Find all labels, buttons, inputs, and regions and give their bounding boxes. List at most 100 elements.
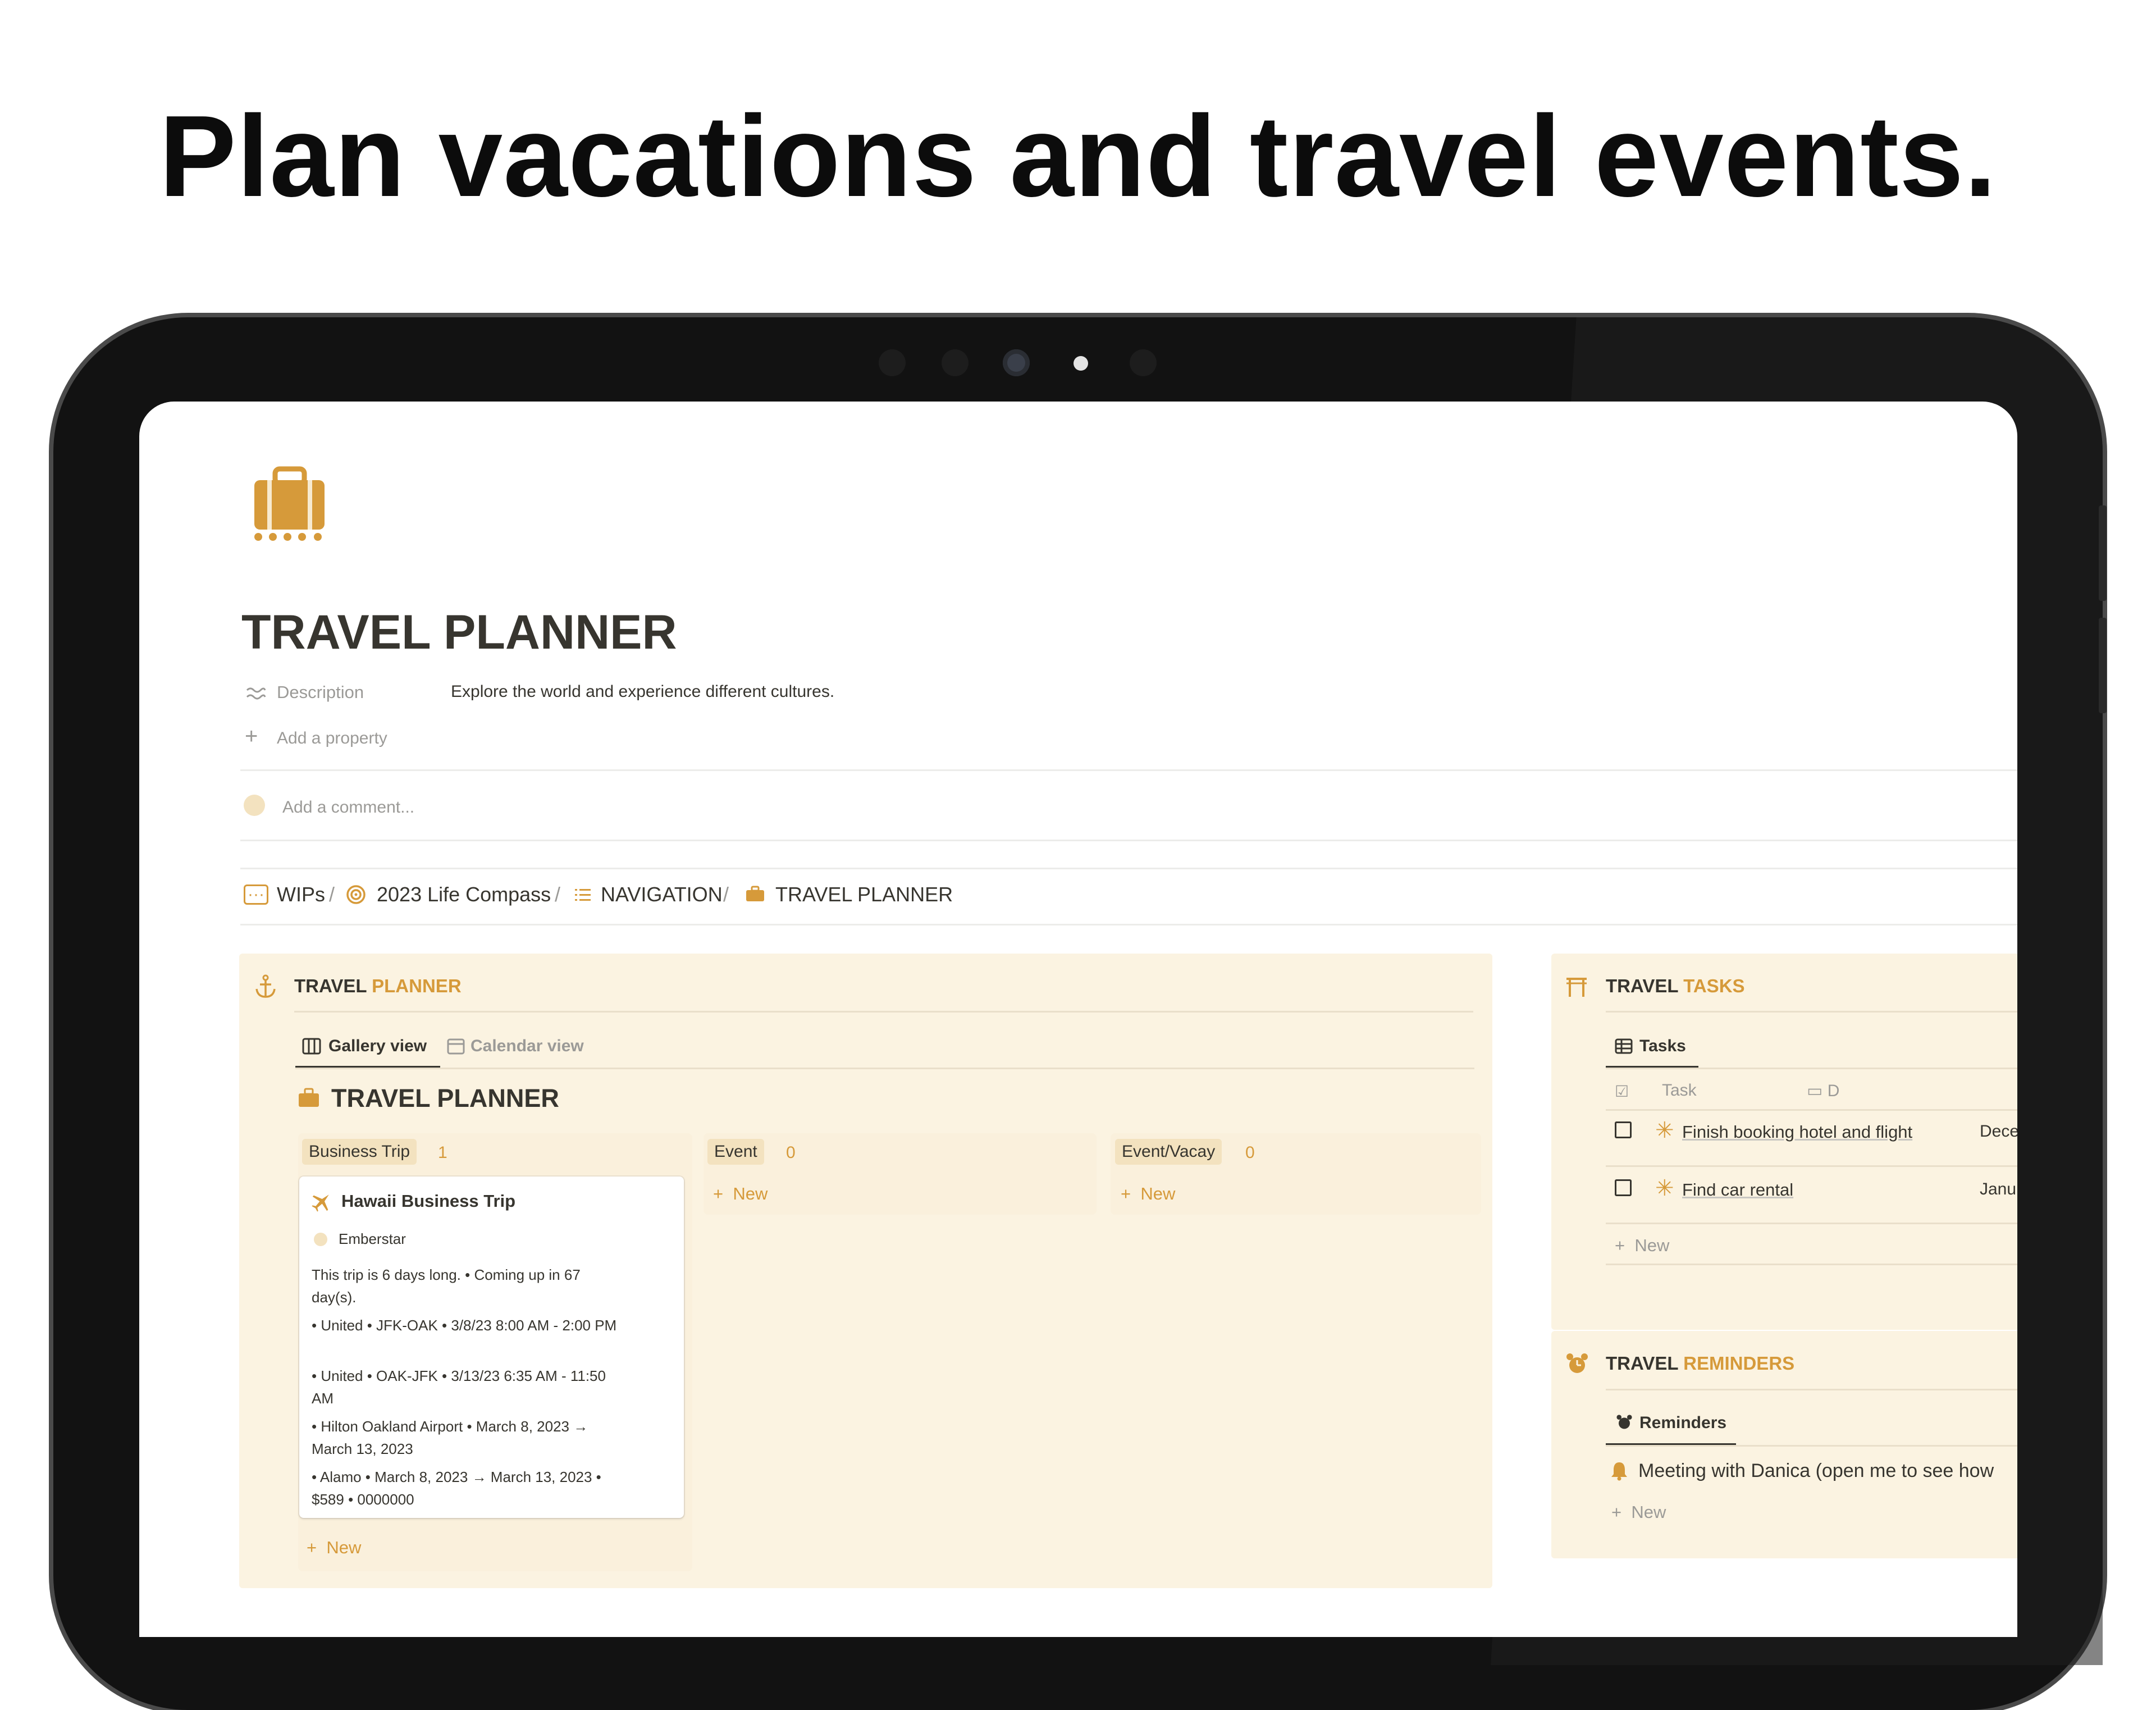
divider bbox=[1606, 1389, 2017, 1390]
asterisk-icon: ✳ bbox=[1655, 1118, 1674, 1143]
tab-reminders[interactable]: Reminders bbox=[1639, 1413, 1726, 1433]
alarm-clock-icon bbox=[1616, 1415, 1632, 1429]
reminder-item[interactable]: Meeting with Danica (open me to see how bbox=[1638, 1460, 1994, 1482]
breadcrumb-item-wips[interactable]: WIPs bbox=[277, 883, 325, 906]
asterisk-icon: ✳ bbox=[1655, 1176, 1674, 1201]
camera-light bbox=[1074, 356, 1088, 371]
tasks-heading-accent: TASKS bbox=[1683, 975, 1745, 996]
avatar bbox=[244, 795, 265, 816]
task-date[interactable]: Janu bbox=[1980, 1180, 2016, 1199]
new-reminder-button[interactable]: + New bbox=[1611, 1502, 1666, 1522]
tasks-heading-main: TRAVEL bbox=[1606, 975, 1678, 996]
side-button bbox=[2099, 618, 2107, 713]
column-tag-business-trip[interactable]: Business Trip bbox=[302, 1139, 417, 1165]
planner-heading-accent: PLANNER bbox=[372, 975, 462, 996]
breadcrumb-item-travel-planner[interactable]: TRAVEL PLANNER bbox=[775, 883, 953, 906]
breadcrumb-item-life-compass[interactable]: 2023 Life Compass bbox=[377, 883, 551, 906]
gallery-view-icon bbox=[302, 1038, 321, 1055]
divider bbox=[1606, 1011, 2017, 1013]
row-divider bbox=[1606, 1165, 2017, 1167]
breadcrumb-item-navigation[interactable]: NAVIGATION bbox=[601, 883, 723, 906]
column-count: 0 bbox=[1245, 1143, 1255, 1162]
airplane-icon bbox=[312, 1194, 329, 1212]
list-icon bbox=[575, 889, 591, 901]
new-label: New bbox=[1140, 1184, 1176, 1203]
planner-heading-main: TRAVEL bbox=[294, 975, 367, 996]
breadcrumb-separator: / bbox=[329, 883, 335, 906]
divider bbox=[240, 868, 2017, 869]
tab-gallery-view[interactable]: Gallery view bbox=[328, 1037, 427, 1056]
task-checkbox[interactable] bbox=[1615, 1121, 1632, 1138]
page-title: TRAVEL PLANNER bbox=[241, 605, 677, 659]
text-lines-icon bbox=[246, 687, 266, 700]
table-icon bbox=[1615, 1038, 1633, 1054]
new-card-button[interactable]: + New bbox=[307, 1538, 361, 1558]
task-date[interactable]: Dece bbox=[1980, 1122, 2017, 1141]
gate-icon bbox=[1566, 978, 1587, 997]
divider bbox=[240, 924, 2017, 925]
alarm-clock-icon bbox=[1566, 1353, 1588, 1373]
side-button bbox=[2099, 505, 2107, 601]
divider bbox=[240, 769, 2017, 771]
trip-card[interactable]: Hawaii Business Trip Emberstar This trip… bbox=[299, 1177, 684, 1518]
headline: Plan vacations and travel events. bbox=[159, 92, 1997, 221]
new-task-button[interactable]: + New bbox=[1615, 1235, 1669, 1256]
reminders-heading-accent: REMINDERS bbox=[1683, 1353, 1795, 1374]
tab-tasks[interactable]: Tasks bbox=[1639, 1037, 1686, 1056]
card-person: Emberstar bbox=[339, 1230, 406, 1247]
breadcrumb-separator: / bbox=[555, 883, 561, 906]
date-column-header[interactable]: ▭ D bbox=[1807, 1081, 1839, 1101]
new-label: New bbox=[1634, 1235, 1670, 1255]
bell-icon bbox=[1611, 1462, 1627, 1481]
tabs-divider bbox=[1606, 1445, 2017, 1447]
target-icon bbox=[346, 885, 366, 904]
sensor-dot bbox=[879, 349, 906, 376]
card-line-hotel: • Hilton Oakland Airport • March 8, 2023… bbox=[312, 1418, 588, 1457]
divider bbox=[240, 840, 2017, 841]
person-avatar bbox=[314, 1233, 327, 1246]
row-divider bbox=[1606, 1223, 2017, 1224]
breadcrumb-separator: / bbox=[723, 883, 729, 906]
column-count: 1 bbox=[438, 1143, 447, 1162]
reminders-heading: TRAVEL REMINDERS bbox=[1606, 1353, 1794, 1374]
planner-heading: TRAVEL PLANNER bbox=[294, 975, 462, 997]
description-value[interactable]: Explore the world and experience differe… bbox=[451, 682, 834, 701]
sensor-dot bbox=[1130, 349, 1157, 376]
suitcase-icon bbox=[254, 466, 325, 541]
new-card-button[interactable]: + New bbox=[713, 1184, 768, 1204]
camera-lens bbox=[1003, 349, 1030, 376]
card-line-flight-back: • United • OAK-JFK • 3/13/23 6:35 AM - 1… bbox=[312, 1367, 606, 1407]
reminders-heading-main: TRAVEL bbox=[1606, 1353, 1678, 1374]
row-divider bbox=[1606, 1264, 2017, 1265]
sensor-dot bbox=[942, 349, 969, 376]
column-tag-event-vacay[interactable]: Event/Vacay bbox=[1115, 1139, 1222, 1165]
date-column-label: D bbox=[1827, 1082, 1840, 1100]
new-label: New bbox=[1631, 1502, 1666, 1522]
suitcase-icon bbox=[746, 886, 764, 901]
card-line-flight-out: • United • JFK-OAK • 3/8/23 8:00 AM - 2:… bbox=[312, 1317, 617, 1334]
divider bbox=[294, 1011, 1473, 1013]
wip-icon: ··· bbox=[244, 884, 268, 905]
anchor-icon bbox=[255, 974, 276, 998]
add-comment-input[interactable]: Add a comment... bbox=[282, 798, 414, 817]
calendar-icon bbox=[447, 1038, 465, 1055]
suitcase-icon bbox=[299, 1088, 319, 1107]
task-name[interactable]: Finish booking hotel and flight bbox=[1682, 1122, 1912, 1142]
new-label: New bbox=[733, 1184, 768, 1203]
card-title: Hawaii Business Trip bbox=[341, 1191, 516, 1211]
description-label[interactable]: Description bbox=[277, 682, 364, 703]
card-line-car: • Alamo • March 8, 2023 → March 13, 2023… bbox=[312, 1469, 601, 1508]
plus-icon: + bbox=[245, 724, 258, 749]
task-name[interactable]: Find car rental bbox=[1682, 1180, 1793, 1200]
task-checkbox[interactable] bbox=[1615, 1179, 1632, 1196]
row-divider bbox=[1606, 1109, 2017, 1111]
column-tag-event[interactable]: Event bbox=[707, 1139, 764, 1165]
new-card-button[interactable]: + New bbox=[1121, 1184, 1175, 1204]
card-line-duration: This trip is 6 days long. • Coming up in… bbox=[312, 1266, 581, 1306]
tab-calendar-view[interactable]: Calendar view bbox=[471, 1037, 584, 1056]
tabs-divider bbox=[1606, 1068, 2017, 1069]
add-property-button[interactable]: Add a property bbox=[277, 729, 387, 748]
task-column-header[interactable]: Task bbox=[1662, 1081, 1697, 1100]
database-title[interactable]: TRAVEL PLANNER bbox=[331, 1084, 559, 1113]
tasks-heading: TRAVEL TASKS bbox=[1606, 975, 1745, 997]
